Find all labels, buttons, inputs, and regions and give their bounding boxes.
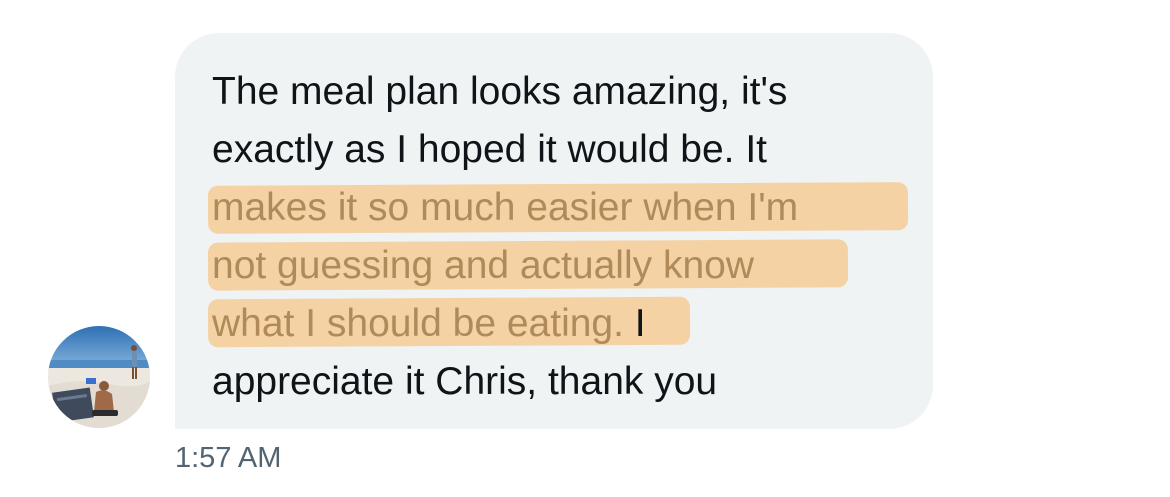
dm-conversation: The meal plan looks amazing, it's exactl… [0,0,1170,497]
message-line: appreciate it Chris, thank you [212,360,718,403]
message-line-highlighted: not guessing and actually know [212,244,755,287]
message-timestamp: 1:57 AM [175,442,282,474]
sender-avatar[interactable] [48,326,150,428]
message-line: exactly as I hoped it would be. It [212,128,767,171]
message-line-highlighted: what I should be eating. I [212,302,646,345]
beach-photo-icon [48,326,150,428]
message-line: The meal plan looks amazing, it's [212,70,788,113]
message-line-highlighted: makes it so much easier when I'm [212,186,799,229]
message-text: The meal plan looks amazing, it's exactl… [212,63,912,411]
